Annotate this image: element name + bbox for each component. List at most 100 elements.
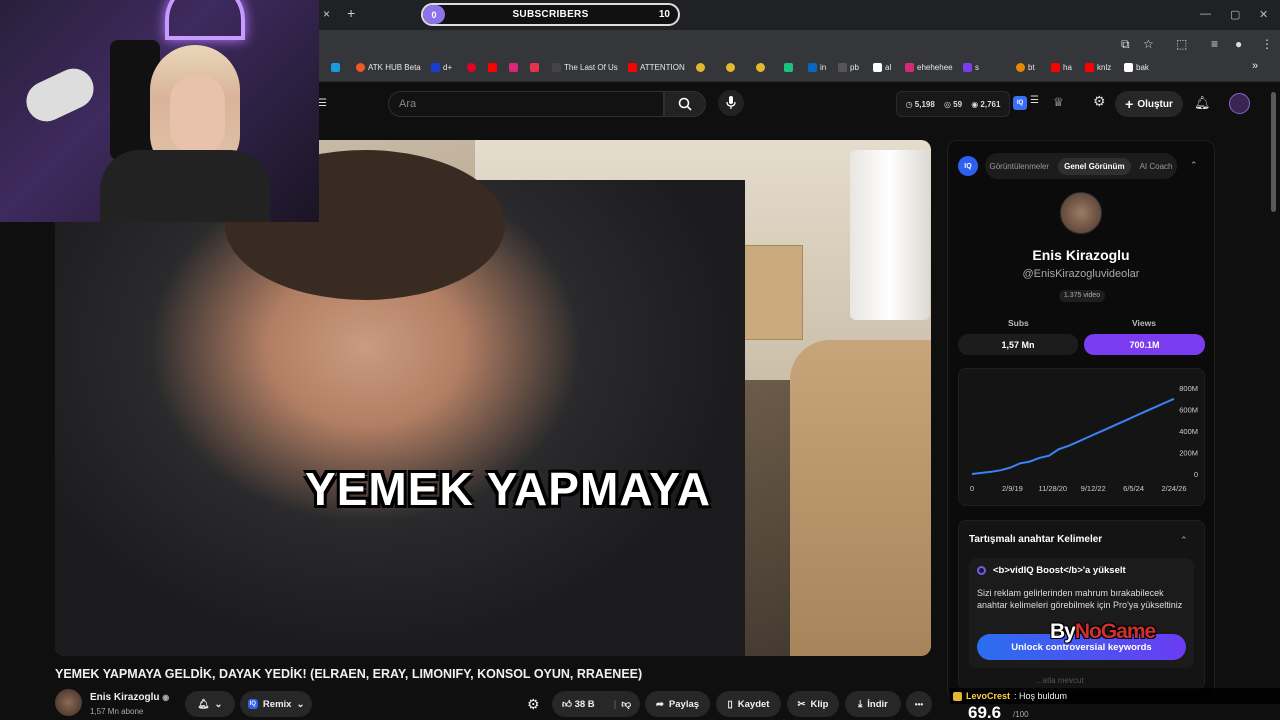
x-tick-label: 2/24/26 [1161, 484, 1186, 493]
bookmark-item[interactable] [530, 63, 539, 72]
views-series-line [971, 397, 1175, 475]
stat-subs: ◎ 59 [943, 99, 963, 109]
chevron-down-icon: ⌄ [214, 698, 223, 710]
subscribe-bell-button[interactable]: 🔔︎ ⌄ [185, 691, 235, 717]
video-caption: YEMEK YAPMAYA [305, 463, 711, 515]
subs-label: Subs [1008, 318, 1029, 328]
bookmark-item[interactable]: The Last Of Us [552, 63, 618, 72]
chat-message: LevoCrest : Hoş buldum [950, 688, 1280, 704]
vidiq-stats[interactable]: ◷ 5,198 ◎ 59 ◉ 2,761 [896, 91, 1010, 117]
views-toggle[interactable]: 700.1M [1084, 334, 1205, 355]
bookmark-item[interactable] [726, 63, 735, 72]
download-button[interactable]: ⤓ İndir [845, 691, 901, 717]
notifications-icon[interactable]: 🔔︎ [1194, 95, 1211, 111]
boost-icon [977, 566, 986, 575]
chevron-down-icon: ⌄ [296, 698, 305, 710]
bookmark-item[interactable] [696, 63, 705, 72]
remix-button[interactable]: IQ Remix ⌄ [240, 691, 312, 717]
more-actions-button[interactable]: ••• [906, 691, 932, 717]
bookmark-icon: ▯ [727, 698, 733, 710]
bookmark-item[interactable]: ATTENTION [628, 63, 685, 72]
tab-overview[interactable]: Genel Görünüm [1058, 157, 1131, 175]
screen: × + 0 SUBSCRIBERS 10 — ▢ ✕ ⧉ ☆ ⬚ ≡ ● ⋮ A… [0, 0, 1280, 720]
y-tick-label: 400M [1179, 427, 1198, 436]
channel-avatar[interactable] [55, 689, 82, 716]
tab-close-icon[interactable]: × [323, 7, 330, 21]
new-tab-button[interactable]: + [347, 5, 355, 21]
menu-icon[interactable]: ⋮ [1261, 37, 1273, 51]
create-button[interactable]: + Oluştur [1115, 91, 1183, 117]
y-tick-label: 600M [1179, 406, 1198, 415]
dislike-icon[interactable]: 👎︎ [621, 698, 631, 710]
bookmark-item[interactable]: s [963, 63, 979, 72]
bookmark-item[interactable]: ATK HUB Beta [356, 63, 421, 72]
bookmark-item[interactable]: bt [1016, 63, 1035, 72]
bookmark-item[interactable] [756, 63, 765, 72]
remix-label: Remix [262, 698, 292, 710]
subs-toggle[interactable]: 1,57 Mn [958, 334, 1078, 355]
profile-icon[interactable]: ● [1235, 37, 1242, 51]
bookmark-item[interactable]: al [873, 63, 891, 72]
bookmark-item[interactable] [509, 63, 518, 72]
list-icon[interactable]: ☰ [1030, 95, 1039, 106]
bookmark-item[interactable] [784, 63, 793, 72]
chat-user: LevoCrest [966, 691, 1011, 701]
bookmarks-overflow-icon[interactable]: » [1252, 60, 1258, 72]
like-dislike-group: 👍︎ 38 B | 👎︎ [552, 691, 640, 717]
tab-ai-coach[interactable]: AI Coach [1140, 162, 1173, 171]
verified-icon: ◉ [162, 693, 170, 702]
minimize-icon[interactable]: — [1200, 8, 1211, 20]
x-tick-label: 0 [970, 484, 974, 493]
vidiq-gear-icon[interactable]: ⚙ [1093, 93, 1106, 110]
bookmark-item[interactable] [488, 63, 497, 72]
bookmark-star-icon[interactable]: ☆ [1143, 37, 1154, 51]
tab-views[interactable]: Görüntülenmeler [990, 162, 1050, 171]
x-tick-label: 2/9/19 [1002, 484, 1023, 493]
bookmark-item[interactable]: pb [838, 63, 859, 72]
vidiq-icon[interactable]: IQ [1013, 96, 1027, 110]
hamburger-icon[interactable]: ☰ [318, 98, 327, 109]
voice-search-button[interactable] [718, 90, 744, 116]
search-button[interactable] [664, 91, 706, 117]
save-button[interactable]: ▯ Kaydet [716, 691, 781, 717]
chevron-up-icon[interactable]: ⌃ [1190, 160, 1198, 171]
score-value: 69.6 [968, 703, 1002, 720]
bookmark-item[interactable]: bak [1124, 63, 1149, 72]
trophy-icon[interactable]: ♕ [1053, 95, 1064, 109]
sidebar-channel-handle: @EnisKirazogluvideolar [1022, 268, 1140, 280]
streamer-face [170, 75, 225, 155]
subscriber-label: SUBSCRIBERS [512, 9, 589, 20]
share-button[interactable]: ➦ Paylaş [645, 691, 710, 717]
views-chart: 800M 600M 400M 200M 0 0 2/9/19 11/28/20 9/12/22 6… [970, 384, 1198, 493]
close-window-icon[interactable]: ✕ [1259, 8, 1268, 21]
channel-name[interactable]: Enis Kirazoglu ◉ [90, 692, 169, 703]
bookmark-item[interactable]: ha [1051, 63, 1072, 72]
account-avatar[interactable] [1229, 93, 1250, 114]
streamer-body [100, 150, 270, 222]
search-icon [678, 97, 692, 111]
search-input[interactable]: Ara [388, 91, 664, 117]
media-icon[interactable]: ≡ [1211, 37, 1218, 51]
stat-views: ◉ 2,761 [971, 99, 1001, 109]
cast-icon[interactable]: ⧉ [1121, 37, 1130, 52]
bookmark-item[interactable]: knlz [1085, 63, 1111, 72]
stat-clock: ◷ 5,198 [905, 99, 935, 109]
video-title: YEMEK YAPMAYA GELDİK, DAYAK YEDİK! (ELRA… [55, 667, 643, 681]
create-label: Oluştur [1137, 98, 1173, 110]
vidiq-gear-icon[interactable]: ⚙ [527, 696, 540, 713]
chat-text: : Hoş buldum [1014, 691, 1068, 701]
chevron-up-icon[interactable]: ⌃ [1180, 535, 1188, 546]
bookmark-item[interactable]: ehehehee [905, 63, 953, 72]
bookmark-icon[interactable] [331, 63, 340, 72]
clip-button[interactable]: ✂ Klip [787, 691, 839, 717]
maximize-icon[interactable]: ▢ [1230, 8, 1240, 21]
bookmark-item[interactable]: in [808, 63, 826, 72]
webcam-microphone [19, 62, 101, 128]
bookmark-item[interactable]: d+ [431, 63, 452, 72]
vidiq-tabs: Görüntülenmeler Genel Görünüm AI Coach [985, 153, 1177, 179]
extensions-icon[interactable]: ⬚ [1176, 37, 1187, 51]
bookmark-item[interactable] [467, 63, 476, 72]
like-button[interactable]: 👍︎ 38 B [562, 698, 595, 710]
page-scrollbar[interactable] [1271, 92, 1276, 212]
channel-avatar-large [1060, 192, 1102, 234]
